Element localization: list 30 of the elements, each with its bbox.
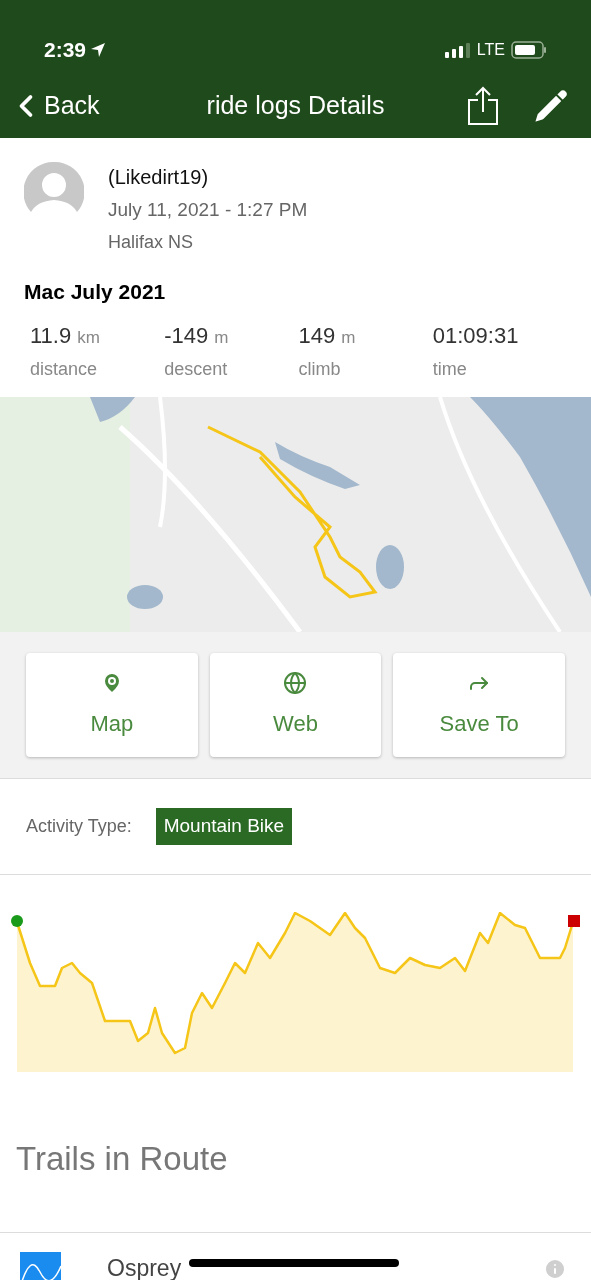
globe-icon (283, 670, 308, 695)
stat-unit: m (341, 327, 356, 349)
signal-icon (444, 42, 471, 58)
stat-value: 149 (298, 322, 336, 350)
stat-label: descent (164, 358, 229, 381)
location-arrow-icon (90, 42, 107, 58)
stat-label: time (432, 358, 468, 381)
stat-unit: m (214, 327, 229, 349)
stat-value: 11.9 (30, 322, 72, 350)
battery-icon (511, 41, 547, 59)
ride-date: July 11, 2021 - 1:27 PM (108, 198, 308, 222)
stat-label: distance (30, 358, 99, 381)
activity-type-tag: Mountain Bike (155, 808, 293, 845)
ride-location: Halifax NS (108, 230, 195, 254)
back-button[interactable]: Back (12, 87, 100, 125)
section-heading: Trails in Route (15, 1139, 229, 1179)
action-button[interactable]: Save To (393, 653, 565, 757)
action-button[interactable]: Web (209, 653, 382, 757)
stat-value: -149 (164, 322, 209, 350)
stat-label: climb (298, 358, 342, 381)
share-icon[interactable] (467, 86, 499, 126)
nav-title: ride logs Details (206, 90, 385, 122)
action-button[interactable]: Map (26, 653, 198, 757)
stat-value: 01:09:31 (432, 322, 519, 350)
stat-unit: km (77, 327, 100, 349)
status-time: 2:39 (44, 37, 87, 64)
username: (Likedirt19) (108, 165, 210, 190)
activity-type-label: Activity Type: (26, 815, 132, 838)
ride-title: Mac July 2021 (24, 278, 167, 305)
network-label: LTE (476, 40, 505, 60)
